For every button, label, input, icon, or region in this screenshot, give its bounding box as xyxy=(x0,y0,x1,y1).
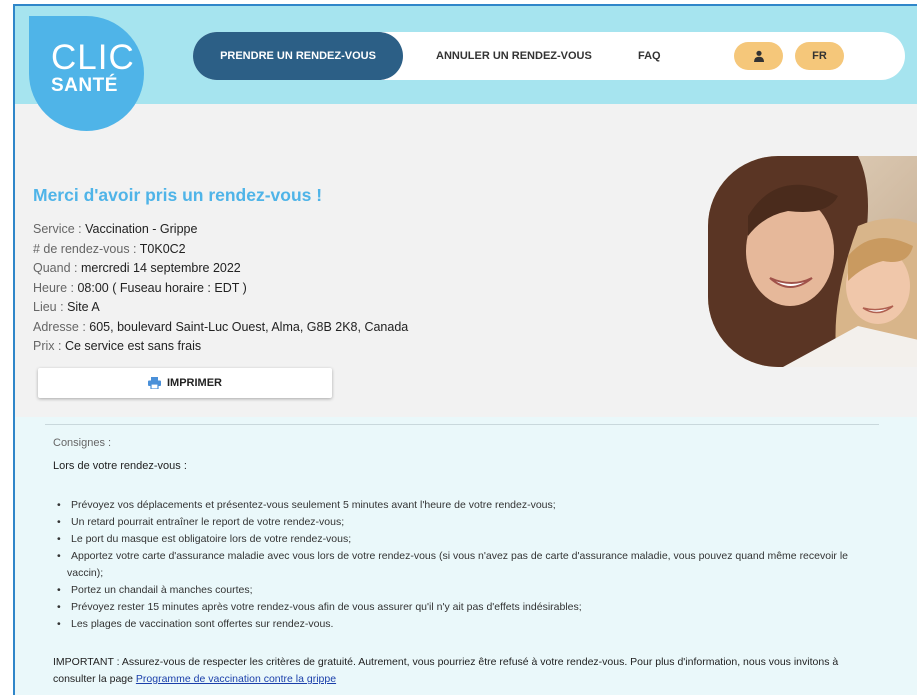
detail-label: Prix : xyxy=(33,339,65,353)
detail-value: T0K0C2 xyxy=(139,241,186,256)
detail-label: Quand : xyxy=(33,261,81,275)
nav-faq[interactable]: FAQ xyxy=(638,32,661,80)
mother-daughter-photo xyxy=(708,156,917,367)
detail-label: Adresse : xyxy=(33,319,90,334)
detail-value: Ce service est sans frais xyxy=(64,339,202,353)
detail-row: Service : Vaccination - Grippe xyxy=(33,220,408,240)
detail-label: Heure : xyxy=(33,280,78,295)
detail-value: 08:00 ( Fuseau horaire : EDT ) xyxy=(77,280,247,295)
detail-row: Prix : Ce service est sans frais xyxy=(33,337,408,357)
instructions-section: Consignes : Lors de votre rendez-vous : … xyxy=(15,417,917,695)
detail-value: Vaccination - Grippe xyxy=(85,222,198,236)
instructions-intro: Lors de votre rendez-vous : xyxy=(53,460,187,472)
confirmation-title: Merci d'avoir pris un rendez-vous ! xyxy=(33,185,323,205)
detail-value: 605, boulevard Saint-Luc Ouest, Alma, G8… xyxy=(89,319,409,334)
detail-label: # de rendez-vous : xyxy=(33,241,140,256)
instructions-heading: Consignes : xyxy=(53,437,112,449)
detail-label: Lieu : xyxy=(33,300,68,314)
logo-line1: CLIC xyxy=(51,38,135,77)
detail-row: Lieu : Site A xyxy=(33,298,408,318)
nav-cancel-appointment[interactable]: ANNULER UN RENDEZ-VOUS xyxy=(436,32,592,80)
instructions-list: Prévoyez vos déplacements et présentez-v… xyxy=(53,497,873,633)
page-frame: CLIC SANTÉ PRENDRE UN RENDEZ-VOUS ANNULE… xyxy=(13,4,917,695)
list-item: Apportez votre carte d'assurance maladie… xyxy=(53,548,873,582)
account-button[interactable] xyxy=(734,42,783,70)
navbar: PRENDRE UN RENDEZ-VOUS ANNULER UN RENDEZ… xyxy=(193,32,905,80)
divider xyxy=(45,424,879,425)
detail-row: Heure : 08:00 ( Fuseau horaire : EDT ) xyxy=(33,279,408,299)
printer-icon xyxy=(148,377,161,389)
language-button[interactable]: FR xyxy=(795,42,844,70)
list-item: Le port du masque est obligatoire lors d… xyxy=(53,531,873,548)
list-item: Prévoyez vos déplacements et présentez-v… xyxy=(53,497,873,514)
detail-row: Adresse : 605, boulevard Saint-Luc Ouest… xyxy=(33,318,408,338)
clic-sante-logo[interactable]: CLIC SANTÉ xyxy=(29,16,144,131)
list-item: Prévoyez rester 15 minutes après votre r… xyxy=(53,599,873,616)
detail-label: Service : xyxy=(33,222,86,236)
important-notice: IMPORTANT : Assurez-vous de respecter le… xyxy=(53,654,873,688)
user-icon xyxy=(753,50,764,62)
header: CLIC SANTÉ PRENDRE UN RENDEZ-VOUS ANNULE… xyxy=(15,6,917,131)
print-label: IMPRIMER xyxy=(167,377,222,389)
nav-book-appointment[interactable]: PRENDRE UN RENDEZ-VOUS xyxy=(193,32,403,80)
detail-row: # de rendez-vous : T0K0C2 xyxy=(33,240,408,260)
detail-row: Quand : mercredi 14 septembre 2022 xyxy=(33,259,408,279)
list-item: Portez un chandail à manches courtes; xyxy=(53,582,873,599)
list-item: Les plages de vaccination sont offertes … xyxy=(53,616,873,633)
appointment-details: Service : Vaccination - Grippe # de rend… xyxy=(33,220,408,357)
detail-value: mercredi 14 septembre 2022 xyxy=(80,261,241,275)
print-button[interactable]: IMPRIMER xyxy=(38,368,332,398)
list-item: Un retard pourrait entraîner le report d… xyxy=(53,514,873,531)
detail-value: Site A xyxy=(67,300,100,314)
flu-program-link[interactable]: Programme de vaccination contre la gripp… xyxy=(136,673,336,685)
logo-line2: SANTÉ xyxy=(51,75,118,96)
